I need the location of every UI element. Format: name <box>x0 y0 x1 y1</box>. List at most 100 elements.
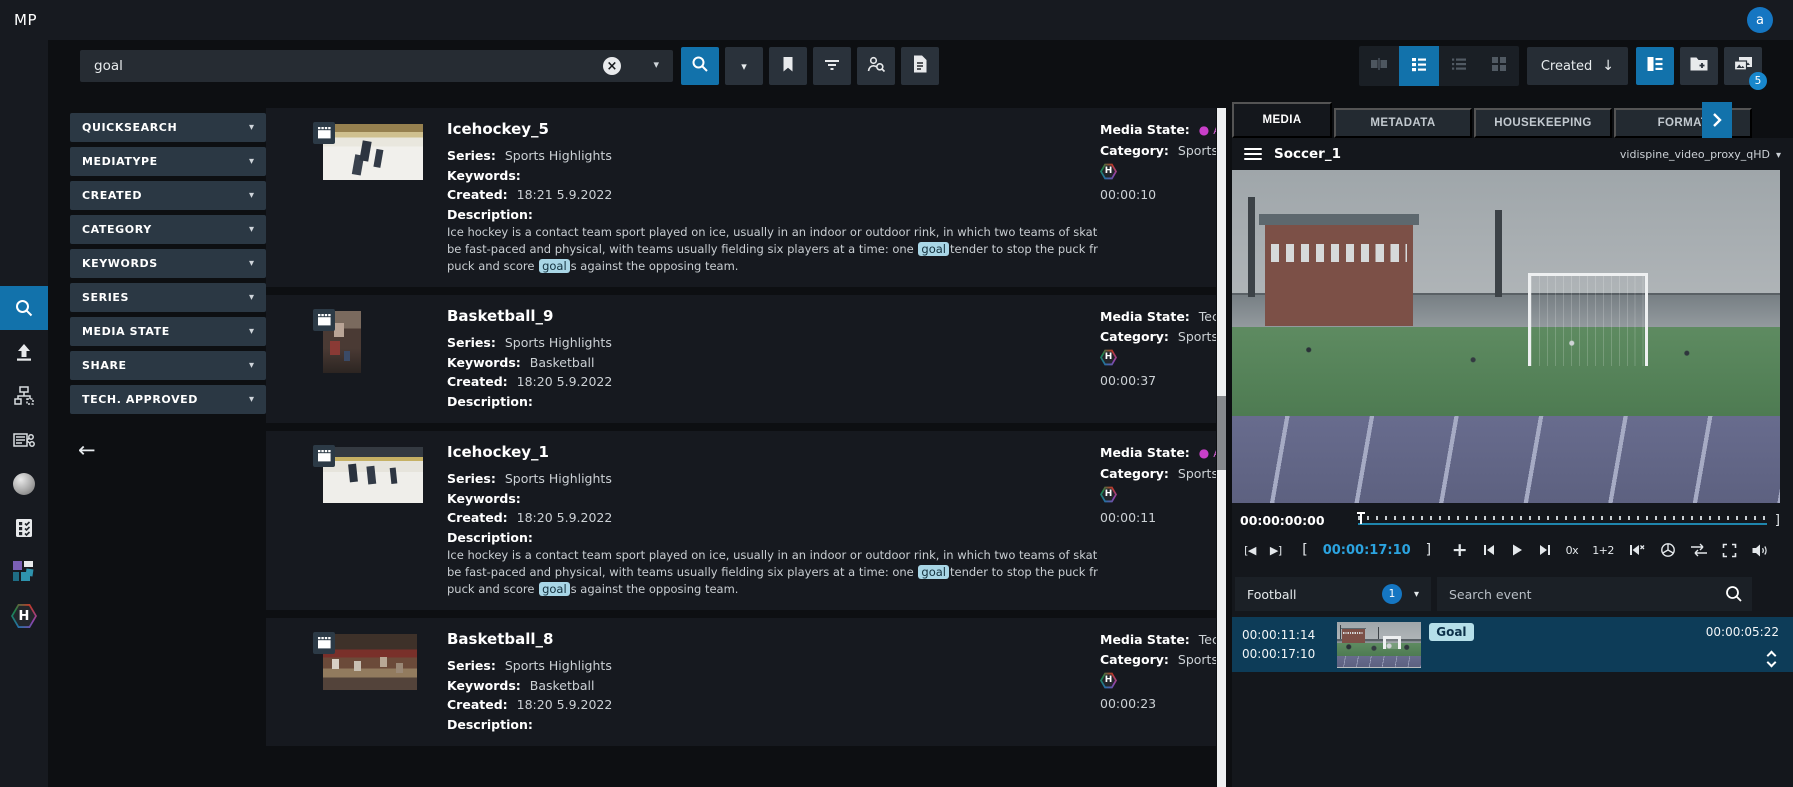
nav-search[interactable] <box>0 286 48 330</box>
sort-button[interactable]: Created ↓ <box>1527 47 1628 85</box>
split-view-icon <box>1369 54 1389 78</box>
skip-end-button[interactable] <box>1531 535 1559 565</box>
apps-mosaic-icon <box>13 561 35 583</box>
proxy-selector[interactable]: vidispine_video_proxy_qHD▾ <box>1620 148 1781 161</box>
nav-h-app[interactable]: H <box>0 594 48 638</box>
search-highlight: goal <box>539 582 570 596</box>
nav-upload[interactable] <box>0 330 48 374</box>
set-out-button[interactable]: ] <box>1419 535 1438 565</box>
volume-button[interactable] <box>1744 535 1775 565</box>
film-icon <box>313 122 335 144</box>
nav-tasks[interactable] <box>0 506 48 550</box>
add-marker-button[interactable]: + <box>1445 535 1475 565</box>
tab-metadata[interactable]: METADATA <box>1334 108 1472 138</box>
filter-series[interactable]: SERIES▾ <box>70 283 266 312</box>
field-label: Description: <box>447 394 533 409</box>
filter-created[interactable]: CREATED▾ <box>70 181 266 210</box>
scrollbar-thumb[interactable] <box>1217 396 1226 470</box>
document-search-button[interactable] <box>901 47 939 85</box>
filter-tech-approved[interactable]: TECH. APPROVED▾ <box>70 385 266 414</box>
tab-housekeeping[interactable]: HOUSEKEEPING <box>1474 108 1612 138</box>
collections-button[interactable]: 5 <box>1724 47 1762 85</box>
filter-mediatype[interactable]: MEDIATYPE▾ <box>70 147 266 176</box>
filter-lines-icon <box>823 55 841 77</box>
toggle-right-panel-button[interactable] <box>1636 47 1674 85</box>
loop-mute-button[interactable] <box>1621 535 1653 565</box>
audio-channels-indicator[interactable]: 1+2 <box>1585 535 1621 565</box>
tab-media[interactable]: MEDIA <box>1232 102 1332 138</box>
event-row[interactable]: 00:00:11:1400:00:17:10Goal00:00:05:22 <box>1232 617 1793 672</box>
nav-workflow[interactable] <box>0 374 48 418</box>
filter-keywords[interactable]: KEYWORDS▾ <box>70 249 266 278</box>
set-in-button[interactable]: [ <box>1295 535 1314 565</box>
tech-badge-row: H <box>1100 163 1216 181</box>
playhead[interactable] <box>1360 512 1362 524</box>
search-button[interactable] <box>681 47 719 85</box>
step-to-out-button[interactable]: ▶] <box>1263 535 1289 565</box>
result-item[interactable]: Basketball_8Series: Sports HighlightsKey… <box>266 618 1216 746</box>
user-avatar[interactable]: a <box>1747 7 1773 33</box>
fullscreen-button[interactable] <box>1715 535 1744 565</box>
panel-tabs: MEDIAMETADATAHOUSEKEEPINGFORMAT <box>1232 102 1793 138</box>
bookmark-button[interactable] <box>769 47 807 85</box>
shuffle-button[interactable] <box>1683 535 1715 565</box>
filter-button[interactable] <box>813 47 851 85</box>
film-icon <box>313 309 335 331</box>
filter-media-state[interactable]: MEDIA STATE▾ <box>70 317 266 346</box>
user-search-button[interactable] <box>857 47 895 85</box>
person-search-icon <box>866 55 886 77</box>
event-search-input[interactable] <box>1437 577 1752 611</box>
result-item[interactable]: Basketball_9Series: Sports HighlightsKey… <box>266 295 1216 423</box>
skip-start-button[interactable] <box>1475 535 1503 565</box>
event-reorder-controls <box>1768 652 1775 666</box>
filter-category[interactable]: CATEGORY▾ <box>70 215 266 244</box>
result-field-keywords: Keywords: Basketball <box>447 353 1098 373</box>
video-viewport[interactable] <box>1232 170 1780 503</box>
grid-icon <box>1489 54 1509 78</box>
description-line: Ice hockey is a contact team sport playe… <box>447 224 1098 241</box>
timeline-scrubber[interactable] <box>1358 512 1767 528</box>
event-category-select[interactable]: Football 1 ▾ <box>1235 577 1431 611</box>
clear-search-icon[interactable]: × <box>603 57 621 75</box>
shutter-button[interactable] <box>1653 535 1683 565</box>
event-timecodes: 00:00:11:1400:00:17:10 <box>1242 626 1315 664</box>
nav-export[interactable] <box>0 418 48 462</box>
field-value: Sports Highlights <box>505 335 612 350</box>
filters-panel: QUICKSEARCH▾ MEDIATYPE▾ CREATED▾ CATEGORY▾ K… <box>70 113 266 414</box>
search-history-caret-icon[interactable]: ▾ <box>653 58 659 71</box>
result-item[interactable]: Icehockey_1Series: Sports HighlightsKeyw… <box>266 431 1216 610</box>
media-state-dot-icon: ● <box>1199 123 1209 137</box>
result-title: Icehockey_1 <box>447 443 1098 461</box>
filter-label: QUICKSEARCH <box>82 121 177 134</box>
search-options-button[interactable]: ▾ <box>725 47 763 85</box>
result-field-keywords: Keywords: <box>447 489 1098 509</box>
view-detail-list-button[interactable] <box>1399 46 1439 86</box>
tabs-scroll-right-button[interactable] <box>1702 102 1732 138</box>
clip-menu-icon[interactable] <box>1244 145 1262 163</box>
player-controls: [◀ ▶] [ 00:00:17:10 ] + 0x 1+2 <box>1232 533 1780 567</box>
search-input[interactable] <box>80 50 673 82</box>
description-line: be fast-paced and physical, with teams u… <box>447 241 1098 258</box>
view-list-button[interactable] <box>1439 46 1479 86</box>
collapse-filters-button[interactable]: ← <box>78 438 96 462</box>
filter-quicksearch[interactable]: QUICKSEARCH▾ <box>70 113 266 142</box>
nav-wiki[interactable] <box>0 462 48 506</box>
film-icon <box>313 445 335 467</box>
view-grid-button[interactable] <box>1479 46 1519 86</box>
nav-apps[interactable] <box>0 550 48 594</box>
filter-label: MEDIATYPE <box>82 155 158 168</box>
speed-indicator[interactable]: 0x <box>1559 535 1586 565</box>
result-thumbnail <box>323 634 417 690</box>
current-timecode: 00:00:00:00 <box>1232 513 1344 528</box>
filter-label: CREATED <box>82 189 142 202</box>
step-to-in-button[interactable]: [◀ <box>1237 535 1263 565</box>
chevron-down-icon[interactable] <box>1767 658 1777 668</box>
result-field-description: Description: <box>447 392 1098 412</box>
results-scrollbar[interactable] <box>1217 108 1226 787</box>
add-folder-button[interactable] <box>1680 47 1718 85</box>
play-button[interactable] <box>1503 535 1531 565</box>
result-item[interactable]: Icehockey_5Series: Sports HighlightsKeyw… <box>266 108 1216 287</box>
chevron-right-icon <box>1710 112 1724 128</box>
view-split-button[interactable] <box>1359 46 1399 86</box>
filter-share[interactable]: SHARE▾ <box>70 351 266 380</box>
